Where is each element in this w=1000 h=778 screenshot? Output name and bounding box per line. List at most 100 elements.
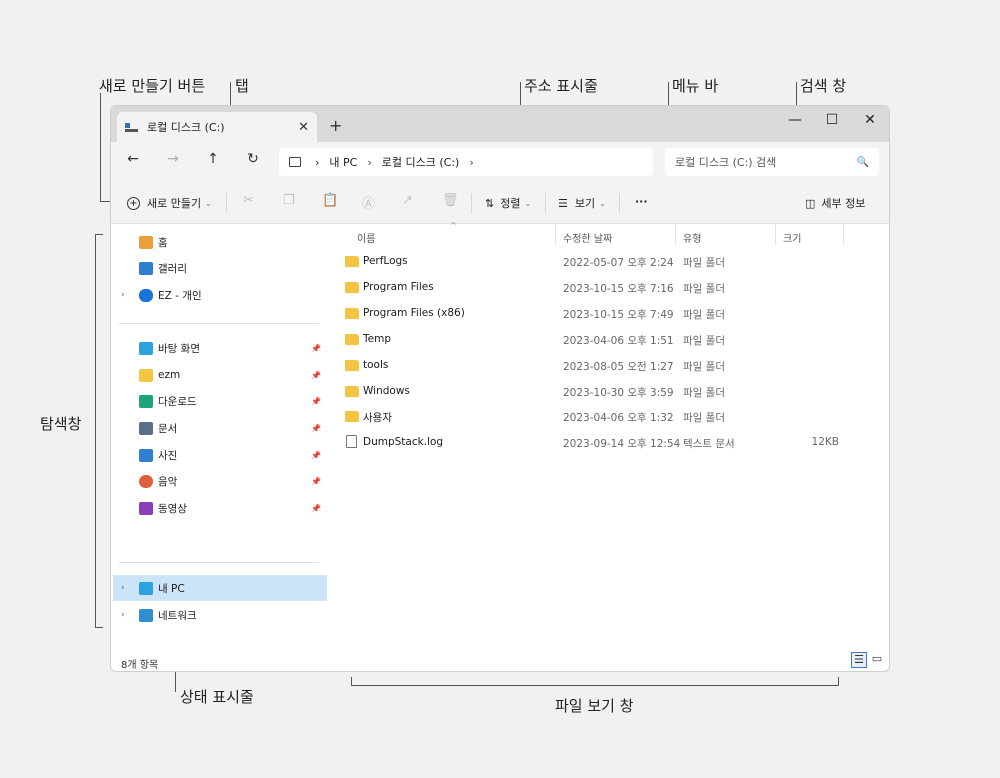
back-button[interactable]: ← bbox=[123, 151, 143, 167]
folder-icon bbox=[345, 386, 359, 397]
chevron-right-icon[interactable]: › bbox=[121, 290, 125, 300]
pin-icon: 📌 bbox=[311, 343, 321, 353]
pc-icon bbox=[289, 157, 301, 167]
folder-icon bbox=[345, 308, 359, 319]
sidebar-item-ezm[interactable]: ezm 📌 bbox=[113, 362, 327, 388]
close-button[interactable]: ✕ bbox=[860, 112, 880, 128]
column-separator[interactable] bbox=[843, 224, 844, 244]
paste-button[interactable]: 📋 bbox=[322, 193, 338, 208]
sidebar-item-desktop[interactable]: 바탕 화면 📌 bbox=[113, 335, 327, 361]
download-icon bbox=[139, 394, 153, 408]
column-separator[interactable] bbox=[775, 224, 776, 244]
onedrive-icon bbox=[139, 288, 153, 302]
item-count: 8개 항목 bbox=[121, 660, 159, 671]
sidebar-item-music[interactable]: 음악 📌 bbox=[113, 468, 327, 494]
details-pane-button[interactable]: ◫ 세부 정보 bbox=[805, 195, 865, 211]
file-row[interactable]: DumpStack.log 2023-09-14 오후 12:54 텍스트 문서… bbox=[333, 429, 889, 455]
pin-icon: 📌 bbox=[311, 370, 321, 380]
leader-new-button-v bbox=[100, 93, 101, 201]
view-label: 보기 bbox=[574, 197, 596, 210]
details-view-button[interactable]: ☰ bbox=[851, 652, 867, 668]
navigation-bar: ← → ↑ ↻ › 내 PC › 로컬 디스크 (C:) › 로컬 디스크 (C… bbox=[111, 142, 889, 182]
file-row[interactable]: tools 2023-08-05 오전 1:27 파일 폴더 bbox=[333, 352, 889, 378]
up-button[interactable]: ↑ bbox=[203, 151, 223, 167]
status-bar: 8개 항목 ☰ ▭ bbox=[111, 644, 889, 671]
file-row[interactable]: PerfLogs 2022-05-07 오후 2:24 파일 폴더 bbox=[333, 248, 889, 274]
column-separator[interactable] bbox=[675, 224, 676, 244]
file-row[interactable]: Program Files (x86) 2023-10-15 오후 7:49 파… bbox=[333, 300, 889, 326]
column-header-size[interactable]: 크기 bbox=[783, 230, 801, 245]
view-icon: ☰ bbox=[558, 196, 568, 210]
folder-icon bbox=[345, 334, 359, 345]
bracket-file-right bbox=[838, 677, 839, 685]
callout-file-view: 파일 보기 창 bbox=[555, 697, 634, 715]
tab-close-icon[interactable]: ✕ bbox=[298, 120, 309, 135]
file-row[interactable]: Program Files 2023-10-15 오후 7:16 파일 폴더 bbox=[333, 274, 889, 300]
folder-icon bbox=[345, 282, 359, 293]
file-row[interactable]: 사용자 2023-04-06 오후 1:32 파일 폴더 bbox=[333, 403, 889, 429]
sort-button[interactable]: ⇅ 정렬 ⌄ bbox=[485, 195, 531, 211]
pictures-icon bbox=[139, 448, 153, 462]
more-options-button[interactable]: ··· bbox=[635, 195, 648, 208]
delete-button[interactable]: 🗑 bbox=[442, 193, 459, 208]
sort-caret-icon: ^ bbox=[450, 221, 457, 230]
sidebar-item-gallery[interactable]: 갤러리 bbox=[113, 255, 327, 281]
column-header-date[interactable]: 수정한 날짜 bbox=[563, 230, 612, 245]
sidebar-item-downloads[interactable]: 다운로드 📌 bbox=[113, 388, 327, 414]
minimize-button[interactable]: — bbox=[785, 112, 805, 128]
search-placeholder: 로컬 디스크 (C:) 검색 bbox=[675, 156, 777, 169]
breadcrumb-my-pc[interactable]: 내 PC bbox=[329, 154, 357, 170]
breadcrumb-local-disk[interactable]: 로컬 디스크 (C:) bbox=[382, 154, 460, 170]
chevron-down-icon: ⌄ bbox=[524, 198, 532, 208]
refresh-button[interactable]: ↻ bbox=[243, 151, 263, 167]
document-icon bbox=[139, 421, 153, 435]
tab-local-disk[interactable]: 로컬 디스크 (C:) ✕ bbox=[117, 112, 317, 142]
search-box[interactable]: 로컬 디스크 (C:) 검색 🔍 bbox=[665, 148, 879, 176]
folder-icon bbox=[139, 368, 153, 382]
callout-address-bar: 주소 표시줄 bbox=[524, 77, 598, 95]
sidebar-item-home[interactable]: 홈 bbox=[113, 229, 327, 255]
callout-search-box: 검색 창 bbox=[800, 77, 847, 95]
sidebar-item-my-pc[interactable]: › 내 PC bbox=[113, 575, 327, 601]
address-bar[interactable]: › 내 PC › 로컬 디스크 (C:) › bbox=[279, 148, 653, 176]
column-separator[interactable] bbox=[555, 224, 556, 244]
rename-button[interactable]: Ⓐ bbox=[362, 193, 375, 212]
share-button[interactable]: ↗ bbox=[402, 193, 413, 208]
sidebar-divider bbox=[119, 562, 319, 563]
cut-button[interactable]: ✂ bbox=[243, 193, 254, 208]
file-row[interactable]: Windows 2023-10-30 오후 3:59 파일 폴더 bbox=[333, 378, 889, 404]
view-button[interactable]: ☰ 보기 ⌄ bbox=[558, 195, 606, 211]
text-file-icon bbox=[346, 435, 357, 448]
maximize-button[interactable]: ☐ bbox=[822, 112, 842, 128]
copy-button[interactable]: ❐ bbox=[283, 193, 295, 208]
bracket-nav-top bbox=[95, 234, 103, 235]
sidebar-item-documents[interactable]: 문서 📌 bbox=[113, 415, 327, 441]
chevron-right-icon[interactable]: › bbox=[121, 610, 125, 620]
sidebar-item-network[interactable]: › 네트워크 bbox=[113, 602, 327, 628]
sidebar-item-pictures[interactable]: 사진 📌 bbox=[113, 442, 327, 468]
folder-icon bbox=[345, 411, 359, 422]
breadcrumb-sep: › bbox=[315, 155, 320, 169]
details-label: 세부 정보 bbox=[821, 197, 866, 210]
column-header-name[interactable]: 이름 bbox=[357, 230, 375, 245]
sidebar-item-onedrive[interactable]: › EZ - 개인 bbox=[113, 282, 327, 308]
forward-button[interactable]: → bbox=[163, 151, 183, 167]
search-icon: 🔍 bbox=[856, 156, 869, 168]
tiles-view-button[interactable]: ▭ bbox=[869, 652, 885, 668]
bracket-nav-bottom bbox=[95, 627, 103, 628]
gallery-icon bbox=[139, 261, 153, 275]
desktop-icon bbox=[139, 341, 153, 355]
title-bar: 로컬 디스크 (C:) ✕ + — ☐ ✕ bbox=[111, 106, 889, 142]
column-header-type[interactable]: 유형 bbox=[683, 230, 701, 245]
new-button[interactable]: + 새로 만들기 ⌄ bbox=[127, 195, 212, 211]
pin-icon: 📌 bbox=[311, 396, 321, 406]
new-tab-button[interactable]: + bbox=[329, 116, 342, 135]
divider bbox=[226, 193, 227, 213]
chevron-right-icon[interactable]: › bbox=[121, 583, 125, 593]
file-row[interactable]: Temp 2023-04-06 오후 1:51 파일 폴더 bbox=[333, 326, 889, 352]
navigation-pane: 홈 갤러리 › EZ - 개인 바탕 화면 📌 ezm 📌 다운로드 📌 문서 … bbox=[111, 224, 329, 644]
sidebar-item-videos[interactable]: 동영상 📌 bbox=[113, 495, 327, 521]
callout-new-button: 새로 만들기 버튼 bbox=[99, 77, 206, 95]
home-icon bbox=[139, 235, 153, 249]
divider bbox=[619, 193, 620, 213]
